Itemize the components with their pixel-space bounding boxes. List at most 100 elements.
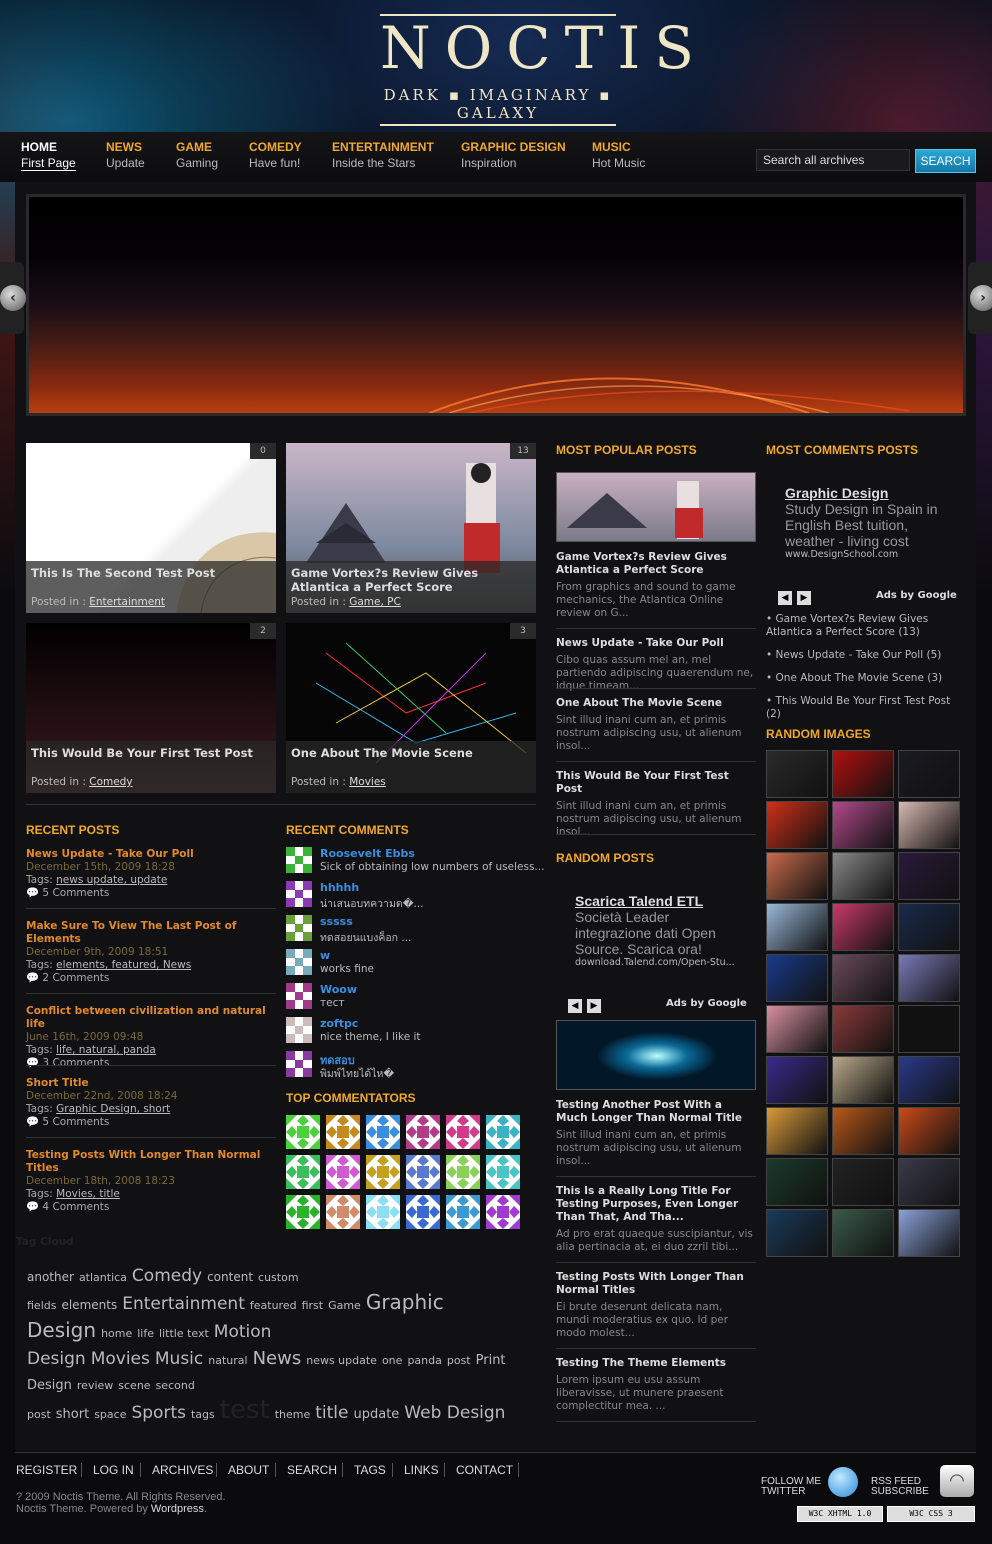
commentator-avatar[interactable] [486,1155,520,1189]
random-image-thumb[interactable] [766,903,828,951]
random-post-image[interactable] [556,1020,756,1090]
commenter-name[interactable]: sssss [320,915,353,928]
tag-link[interactable]: theme [275,1408,311,1421]
post-category-link[interactable]: Entertainment [89,596,165,608]
commentator-avatar[interactable] [486,1115,520,1149]
tag-link[interactable]: one [382,1354,402,1367]
tag-link[interactable]: panda [407,1354,441,1367]
tag-link[interactable]: elements [61,1298,117,1312]
commenter-avatar[interactable] [286,847,312,873]
commenter-avatar[interactable] [286,1017,312,1043]
commenter-avatar[interactable] [286,915,312,941]
tag-link[interactable]: tags [191,1408,215,1421]
google-ad-block[interactable]: Scarica Talend ETL Società Leader integr… [575,893,747,968]
twitter-bird-icon[interactable] [828,1467,858,1497]
ad-next-button[interactable]: ▶ [587,999,601,1013]
recent-post-comments[interactable]: 2 Comments [42,972,109,984]
commentator-avatar[interactable] [406,1115,440,1149]
random-image-thumb[interactable] [766,852,828,900]
nav-comedy[interactable]: COMEDY Have fun! [249,140,302,170]
tag-link[interactable]: content [207,1270,253,1284]
ad-title[interactable]: Graphic Design [785,485,957,501]
featured-post-title[interactable]: Game Vortex?s Review Gives Atlantica a P… [291,566,531,596]
commentator-avatar[interactable] [326,1195,360,1229]
rss-icon[interactable]: ◠ [940,1465,974,1497]
random-image-thumb[interactable] [832,852,894,900]
random-post-title[interactable]: Testing The Theme Elements [556,1357,756,1370]
random-image-thumb[interactable] [898,1107,960,1155]
random-image-thumb[interactable] [766,1005,828,1053]
featured-post-title[interactable]: This Is The Second Test Post [31,566,271,596]
recent-post-tags[interactable]: news update, update [56,874,167,886]
random-image-thumb[interactable] [898,903,960,951]
commenter-name[interactable]: w [320,949,330,962]
commentator-avatar[interactable] [406,1195,440,1229]
commentator-avatar[interactable] [446,1155,480,1189]
commenter-avatar[interactable] [286,949,312,975]
nav-home[interactable]: HOME First Page [21,140,76,171]
ad-prev-button[interactable]: ◀ [778,591,792,605]
random-image-thumb[interactable] [832,750,894,798]
footer-link-search[interactable]: SEARCH [287,1463,337,1477]
commenter-name[interactable]: Woow [320,983,357,996]
popular-post-image[interactable] [556,472,756,542]
footer-link-links[interactable]: LINKS [404,1463,439,1477]
commentator-avatar[interactable] [286,1155,320,1189]
nav-graphic-design[interactable]: GRAPHIC DESIGN Inspiration [461,140,566,170]
random-post-title[interactable]: Testing Posts With Longer Than Normal Ti… [556,1271,756,1297]
tag-link[interactable]: title [315,1403,348,1423]
commenter-avatar[interactable] [286,983,312,1009]
commenter-name[interactable]: hhhhh [320,881,359,894]
featured-post-1[interactable]: 0 This Is The Second Test Post Posted in… [26,443,276,613]
ad-url[interactable]: download.Talend.com/Open-Stu... [575,957,747,968]
commentator-avatar[interactable] [406,1155,440,1189]
comment-excerpt[interactable]: พิมพ์ไทยได้ไห� [320,1065,394,1082]
commenter-avatar[interactable] [286,881,312,907]
random-image-thumb[interactable] [832,1005,894,1053]
random-image-thumb[interactable] [898,801,960,849]
tag-link[interactable]: featured [250,1299,297,1312]
nav-game[interactable]: GAME Gaming [176,140,218,170]
recent-post-title[interactable]: Conflict between civilization and natura… [26,1005,276,1031]
tag-link[interactable]: short [56,1407,89,1422]
random-image-thumb[interactable] [766,750,828,798]
recent-post-tags[interactable]: life, natural, panda [56,1044,156,1056]
site-logo-title[interactable]: NOCTIS [380,14,694,80]
slider-prev-button[interactable]: ‹ [0,285,26,311]
ads-by-google-label[interactable]: Ads by Google [666,998,747,1009]
random-image-thumb[interactable] [898,852,960,900]
featured-post-title[interactable]: One About The Movie Scene [291,746,531,776]
search-button[interactable]: SEARCH [915,149,976,173]
random-image-thumb[interactable] [766,1107,828,1155]
footer-link-archives[interactable]: ARCHIVES [152,1463,213,1477]
random-image-thumb[interactable] [898,750,960,798]
tag-link[interactable]: Movies [91,1349,150,1369]
recent-post-comments[interactable]: 3 Comments [42,1057,109,1069]
tag-link[interactable]: scene [118,1379,150,1392]
recent-post-tags[interactable]: Movies, title [56,1188,120,1200]
commentator-avatar[interactable] [326,1115,360,1149]
search-input[interactable] [756,149,910,171]
commentator-avatar[interactable] [286,1195,320,1229]
random-image-thumb[interactable] [766,1209,828,1257]
post-category-link[interactable]: Movies [349,776,386,788]
most-comments-item[interactable]: • This Would Be Your First Test Post (2) [766,695,966,721]
ads-by-google-label[interactable]: Ads by Google [876,590,957,601]
random-image-thumb[interactable] [832,1056,894,1104]
commentator-avatar[interactable] [366,1155,400,1189]
slider-next-button[interactable]: › [970,285,992,311]
comment-excerpt[interactable]: Sick of obtaining low numbers of useless… [320,861,544,873]
recent-post-tags[interactable]: elements, featured, News [56,959,191,971]
footer-link-register[interactable]: REGISTER [16,1463,77,1477]
tag-link[interactable]: news update [306,1354,377,1367]
css-valid-badge[interactable]: W3C CSS 3 [887,1506,975,1522]
tag-link[interactable]: another [27,1270,74,1284]
recent-post-title[interactable]: Make Sure To View The Last Post of Eleme… [26,920,276,946]
random-image-thumb[interactable] [898,1158,960,1206]
commenter-name[interactable]: Roosevelt Ebbs [320,847,415,860]
random-image-thumb[interactable] [766,801,828,849]
tag-link[interactable]: first [302,1299,324,1312]
commentator-avatar[interactable] [366,1195,400,1229]
random-image-thumb[interactable] [766,954,828,1002]
tag-link[interactable]: post [447,1354,471,1367]
